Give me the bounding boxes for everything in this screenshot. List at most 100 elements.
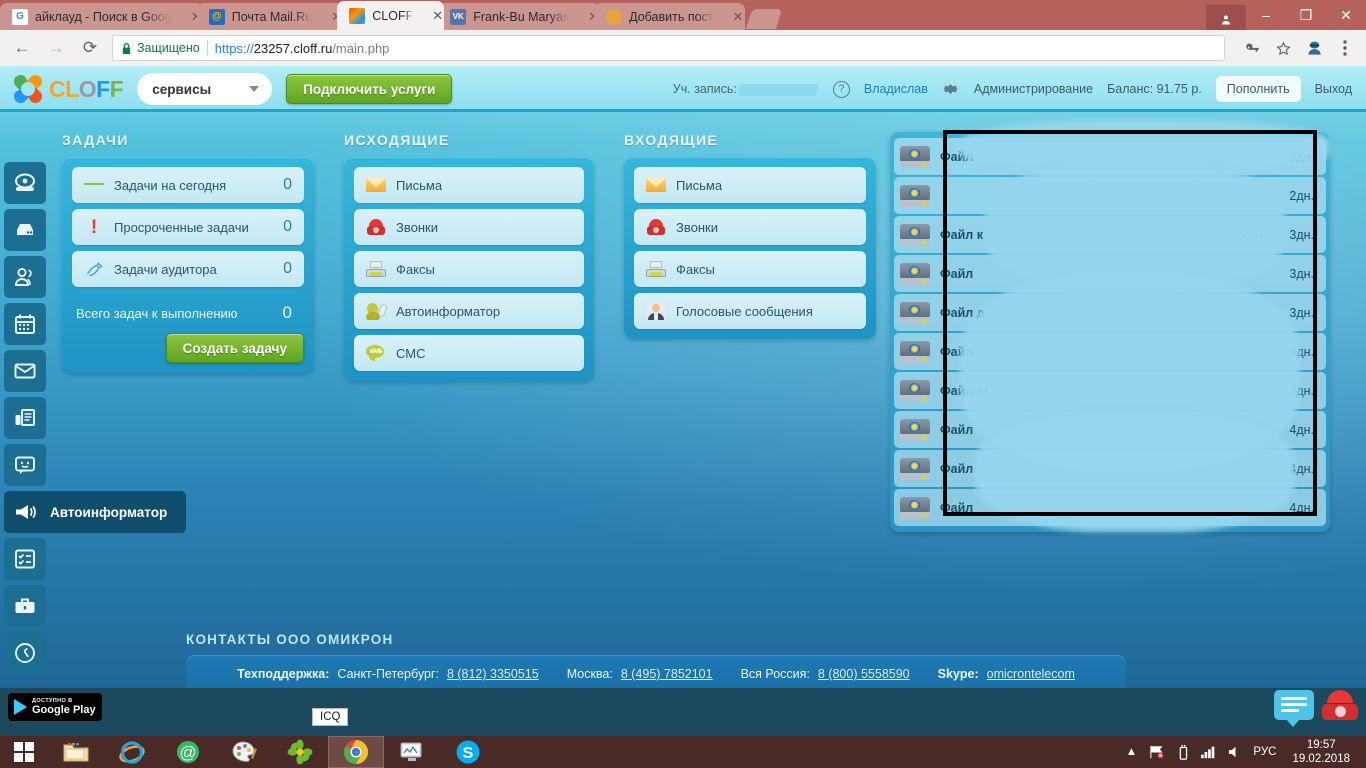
outgoing-row-sms[interactable]: SMS СМС [354, 335, 584, 371]
browser-tab-0[interactable]: G айклауд - Поиск в Goog ✕ [0, 3, 203, 30]
file-row[interactable]: Файл д 3дн. [894, 294, 1326, 331]
spb-phone-link[interactable]: 8 (812) 3350515 [447, 667, 539, 681]
file-row[interactable]: Файл 4дн. [894, 489, 1326, 526]
key-icon[interactable] [1241, 37, 1263, 59]
chrome-browser-window: G айклауд - Поиск в Goog ✕ @ Почта Mail.… [0, 0, 1366, 688]
cloff-logo-text: CLOFF [49, 75, 124, 102]
sidebar-item-support[interactable] [4, 632, 46, 674]
volume-icon[interactable] [1227, 744, 1243, 760]
file-row[interactable]: Файл к Загружен 3дн. [894, 216, 1326, 253]
tray-overflow-icon[interactable]: ▲ [1123, 744, 1139, 760]
profile-avatar-icon[interactable] [1303, 37, 1325, 59]
sidebar-item-briefcase[interactable] [4, 585, 46, 627]
incoming-row-voicemail[interactable]: Голосовые сообщения [634, 293, 866, 329]
outgoing-row-calls[interactable]: Звонки [354, 209, 584, 245]
sidebar-item-contacts[interactable] [4, 256, 46, 298]
incoming-row-calls[interactable]: Звонки [634, 209, 866, 245]
file-days: 4дн. [1289, 461, 1314, 476]
google-play-badge[interactable]: ДОСТУПНО В Google Play [8, 693, 102, 721]
help-icon[interactable]: ? [832, 80, 850, 98]
bookmark-star-icon[interactable] [1272, 37, 1294, 59]
logout-link[interactable]: Выход [1315, 82, 1352, 96]
gear-icon[interactable] [942, 80, 960, 98]
sidebar-item-fax[interactable] [4, 397, 46, 439]
back-icon[interactable]: ← [10, 36, 34, 60]
tab-close-icon[interactable]: ✕ [179, 9, 202, 25]
contacts-title: КОНТАКТЫ ООО ОМИКРОН [186, 632, 394, 647]
taskbar-chrome[interactable] [328, 736, 384, 768]
msk-phone-link[interactable]: 8 (495) 7852101 [621, 667, 713, 681]
autoinformer-icon [366, 301, 388, 321]
chat-bubble-widget-icon[interactable] [1274, 690, 1314, 727]
outgoing-row-letters[interactable]: Письма [354, 167, 584, 203]
skype-link[interactable]: omicrontelecom [987, 667, 1075, 681]
taskbar-icq[interactable] [272, 736, 328, 768]
file-row[interactable]: Файл 3дн. [894, 333, 1326, 370]
usb-device-icon[interactable] [1175, 744, 1191, 760]
calendar-icon [15, 314, 35, 334]
taskbar-monitor-app[interactable] [384, 736, 440, 768]
browser-tab-3[interactable]: VK Frank-Bu Maryas ✕ [438, 3, 601, 30]
window-maximize-button[interactable]: ❐ [1286, 0, 1326, 30]
file-row[interactable]: 2дн. [894, 177, 1326, 214]
url-host: 23257.cloff.ru [253, 40, 333, 56]
file-row[interactable]: Файл 3дн. [894, 255, 1326, 292]
tab-close-icon[interactable]: ✕ [721, 9, 744, 25]
tab-close-icon[interactable]: ✕ [420, 8, 443, 24]
window-minimize-button[interactable]: – [1246, 0, 1286, 30]
folder-icon [63, 743, 89, 762]
browser-tab-2[interactable]: CLOFF ✕ [337, 1, 445, 30]
task-row-auditor[interactable]: Задачи аудитора 0 [72, 251, 304, 287]
task-row-today[interactable]: Задачи на сегодня 0 [72, 167, 304, 203]
cloff-web-app: CLOFF сервисы Подключить услуги Уч. запи… [0, 66, 1366, 688]
user-name-link[interactable]: Владислав [864, 82, 928, 96]
taskbar-mail-agent[interactable]: @ [160, 736, 216, 768]
file-row[interactable]: Файл ы 3дн. [894, 372, 1326, 409]
cloff-logo[interactable]: CLOFF [11, 72, 124, 106]
chrome-menu-icon[interactable] [1334, 37, 1356, 59]
file-name-redacted [989, 425, 1246, 435]
file-row[interactable]: Файл 2дн. [894, 138, 1326, 175]
sidebar-item-mail[interactable] [4, 350, 46, 392]
chevron-down-icon [249, 86, 260, 92]
sidebar-item-telephony[interactable] [4, 162, 46, 204]
outgoing-row-autoinformer[interactable]: Автоинформатор [354, 293, 584, 329]
create-task-button[interactable]: Создать задачу [165, 333, 304, 363]
sidebar-item-chat[interactable] [4, 444, 46, 486]
browser-tab-4[interactable]: Добавить пост ✕ [594, 3, 745, 30]
administration-link[interactable]: Администрирование [974, 82, 1093, 96]
start-button[interactable] [0, 736, 48, 768]
incoming-row-letters[interactable]: Письма [634, 167, 866, 203]
file-row[interactable]: Файл 4дн. [894, 411, 1326, 448]
file-row[interactable]: Файл 4дн. [894, 450, 1326, 487]
sidebar-item-server[interactable] [4, 209, 46, 251]
taskbar-paint[interactable] [216, 736, 272, 768]
files-panel: Файл 2дн. 2дн. Файл к Загружен 3дн. Файл… [890, 132, 1330, 532]
incoming-row-faxes[interactable]: Факсы [634, 251, 866, 287]
taskbar-explorer[interactable] [48, 736, 104, 768]
phone-widget-icon[interactable] [1320, 688, 1360, 722]
window-close-button[interactable]: ✕ [1326, 0, 1366, 30]
secure-badge: Защищено [121, 41, 200, 55]
sidebar-item-calendar[interactable] [4, 303, 46, 345]
network-error-icon[interactable] [1149, 744, 1165, 760]
taskbar-skype[interactable]: S [440, 736, 496, 768]
services-dropdown[interactable]: сервисы [137, 73, 273, 105]
language-indicator[interactable]: РУС [1253, 746, 1276, 758]
sidebar-item-tasks[interactable] [4, 538, 46, 580]
russia-phone-link[interactable]: 8 (800) 5558590 [818, 667, 910, 681]
taskbar-internet-explorer[interactable] [104, 736, 160, 768]
connect-services-button[interactable]: Подключить услуги [286, 74, 453, 104]
browser-tab-1[interactable]: @ Почта Mail.Ru ✕ [196, 3, 344, 30]
tab-close-icon[interactable]: ✕ [319, 9, 342, 25]
signal-bars-icon[interactable] [1201, 744, 1217, 760]
sidebar-item-autoinformer[interactable]: Автоинформатор [4, 491, 186, 533]
outgoing-row-faxes[interactable]: Факсы [354, 251, 584, 287]
reload-icon[interactable]: ⟳ [78, 36, 102, 60]
clock[interactable]: 19:57 19.02.2018 [1286, 738, 1356, 766]
tab-close-icon[interactable]: ✕ [576, 9, 599, 25]
topup-button[interactable]: Пополнить [1215, 76, 1301, 102]
new-tab-button[interactable] [745, 9, 782, 29]
task-row-overdue[interactable]: ! Просроченные задачи 0 [72, 209, 304, 245]
address-bar[interactable]: Защищено https://23257.cloff.ru/main.php [112, 35, 1225, 61]
